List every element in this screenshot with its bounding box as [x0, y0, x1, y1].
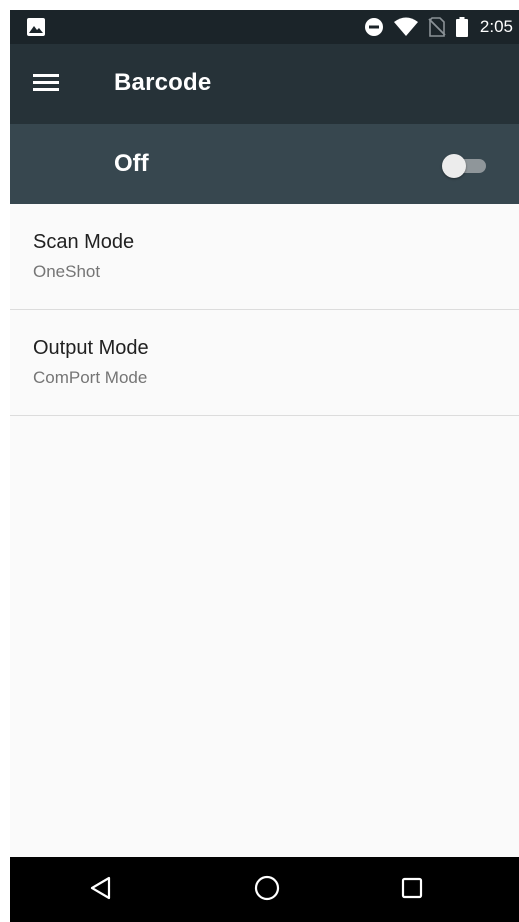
no-sim-icon: [428, 17, 446, 37]
app-bar: Barcode: [10, 44, 519, 124]
status-icons: 2:05: [364, 10, 513, 44]
menu-button[interactable]: [28, 66, 64, 102]
setting-title: Scan Mode: [33, 231, 135, 253]
recents-button[interactable]: [395, 873, 429, 907]
navigation-bar: [10, 857, 519, 922]
master-switch-bar[interactable]: Off: [10, 124, 519, 204]
screen-frame: 2:05 Barcode Off Scan Mode OneShot Outpu…: [0, 0, 519, 922]
setting-summary: ComPort Mode: [33, 368, 148, 387]
back-button[interactable]: [84, 873, 118, 907]
back-triangle-icon: [90, 876, 112, 905]
device-screen: 2:05 Barcode Off Scan Mode OneShot Outpu…: [10, 10, 519, 922]
hamburger-menu-icon: [33, 72, 59, 97]
home-button[interactable]: [250, 873, 284, 907]
status-time: 2:05: [479, 17, 513, 36]
recents-square-icon: [401, 877, 423, 904]
switch-status-label: Off: [114, 150, 149, 177]
switch-thumb: [442, 154, 466, 178]
barcode-toggle-switch[interactable]: [442, 154, 488, 178]
settings-list: Scan Mode OneShot Output Mode ComPort Mo…: [10, 204, 519, 416]
battery-icon: [455, 17, 468, 37]
do-not-disturb-icon: [364, 17, 384, 37]
setting-summary: OneShot: [33, 262, 101, 281]
status-bar: 2:05: [10, 10, 519, 44]
setting-title: Output Mode: [33, 337, 149, 359]
page-title: Barcode: [114, 69, 212, 96]
home-circle-icon: [254, 875, 280, 906]
image-notification-icon: [27, 18, 45, 36]
output-mode-setting[interactable]: Output Mode ComPort Mode: [10, 310, 519, 416]
scan-mode-setting[interactable]: Scan Mode OneShot: [10, 204, 519, 310]
wifi-icon: [393, 17, 418, 37]
